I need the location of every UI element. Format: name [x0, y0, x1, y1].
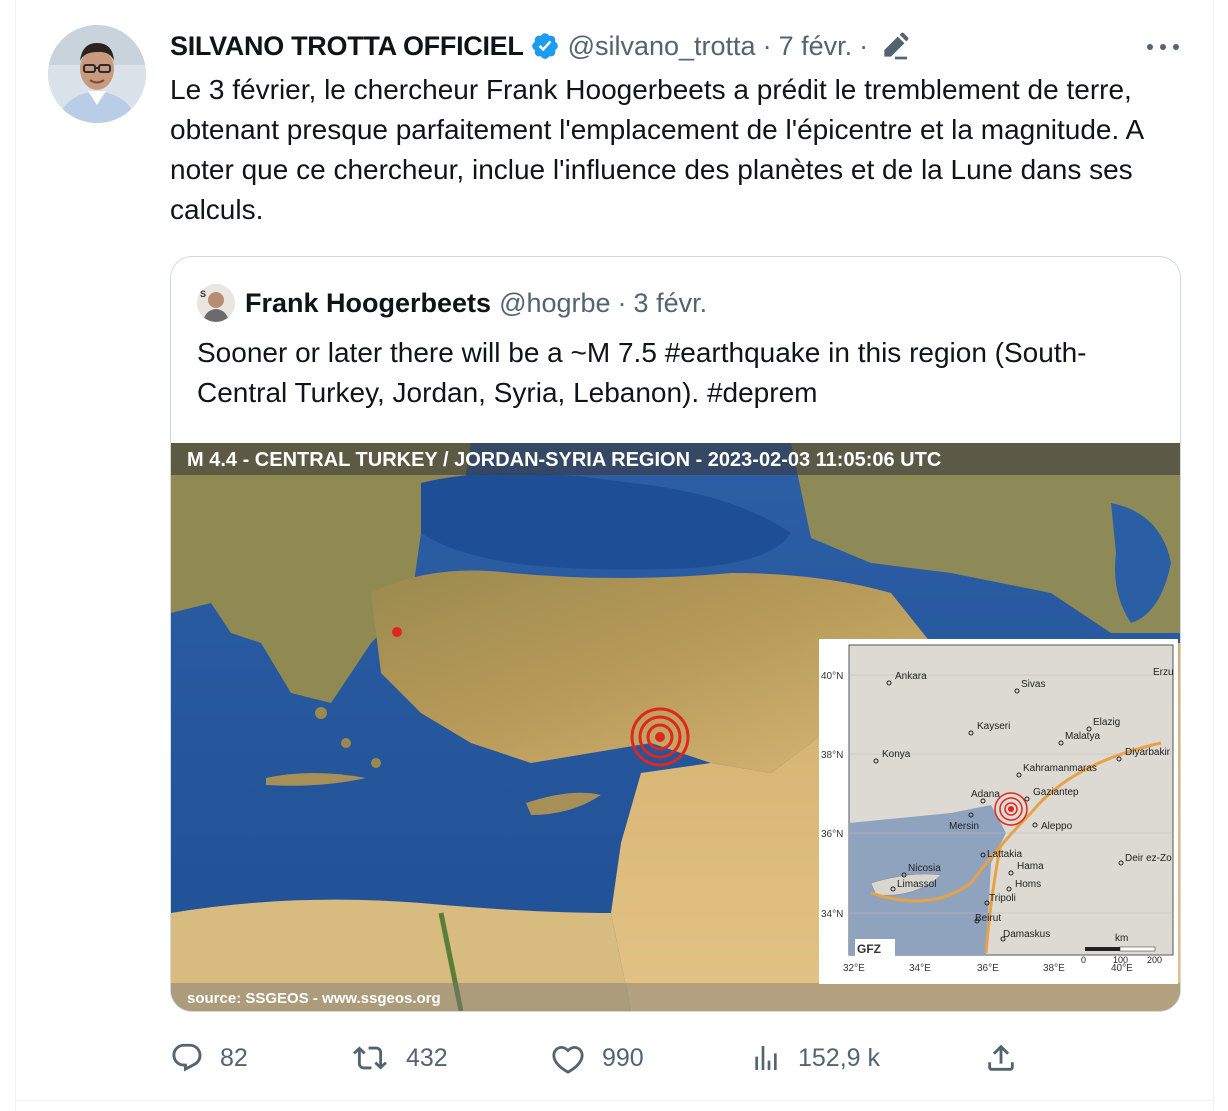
quoted-avatar-letter: S — [200, 289, 206, 299]
city-label: Hama — [1017, 861, 1044, 872]
city-label: Limassol — [897, 879, 936, 890]
city-label: Damaskus — [1003, 929, 1050, 940]
left-border — [15, 0, 16, 1111]
right-border — [1213, 0, 1214, 1111]
share-button[interactable] — [984, 1028, 1034, 1088]
city-label: Erzu — [1153, 667, 1174, 678]
city-label: Lattakia — [987, 849, 1022, 860]
share-icon — [988, 1044, 1014, 1071]
city-label: Nicosia — [908, 863, 941, 874]
more-options-icon[interactable] — [1143, 36, 1183, 58]
city-label: Konya — [882, 749, 911, 760]
city-label: Elazig — [1093, 717, 1120, 728]
lon-label: 36°E — [977, 963, 999, 974]
city-label: Beirut — [975, 913, 1001, 924]
city-label: Deir ez-Zo — [1125, 853, 1172, 864]
separator-dot: · — [762, 30, 772, 61]
epicenter-marker — [630, 707, 690, 767]
city-label: Kahramanmaras — [1023, 763, 1097, 774]
inset-map: 40°N 38°N 36°N 34°N 32°E 34°E 36°E 38°E … — [819, 639, 1178, 984]
display-name[interactable]: SILVANO TROTTA OFFICIEL — [170, 31, 524, 62]
city-label: Mersin — [949, 821, 979, 832]
city-label: Malatya — [1065, 731, 1100, 742]
city-label: Adana — [971, 789, 1000, 800]
tweet-actions-bar: 82 432 990 152,9 k — [170, 1028, 1210, 1088]
lat-label: 34°N — [821, 909, 843, 920]
quoted-tweet-header: S Frank Hoogerbeets @hogrbe · 3 févr. — [197, 283, 707, 323]
views-count: 152,9 k — [798, 1043, 881, 1072]
city-label: Tripoli — [989, 893, 1016, 904]
city-label: Gaziantep — [1033, 787, 1079, 798]
reply-count: 82 — [220, 1043, 248, 1072]
scale-tick: 100 — [1113, 955, 1128, 965]
earthquake-map-image[interactable]: M 4.4 - CENTRAL TURKEY / JORDAN-SYRIA RE… — [171, 443, 1180, 1011]
city-label: Ankara — [895, 671, 927, 682]
map-source: source: SSGEOS - www.ssgeos.org — [187, 990, 441, 1007]
lon-label: 34°E — [909, 963, 931, 974]
quoted-tweet-text: Sooner or later there will be a ~M 7.5 #… — [197, 337, 1087, 408]
retweet-button[interactable]: 432 — [350, 1028, 448, 1088]
retweet-count: 432 — [406, 1043, 448, 1072]
separator-dot: · — [617, 287, 627, 318]
gfz-logo: GFZ — [857, 942, 881, 956]
edited-pencil-icon[interactable] — [879, 30, 911, 62]
like-button[interactable]: 990 — [550, 1028, 644, 1088]
quoted-handle[interactable]: @hogrbe — [499, 288, 610, 319]
lon-label: 32°E — [843, 963, 865, 974]
tweet-text: Le 3 février, le chercheur Frank Hoogerb… — [170, 74, 1143, 225]
analytics-icon — [755, 1046, 777, 1070]
reply-icon — [172, 1043, 202, 1072]
quoted-tweet[interactable]: S Frank Hoogerbeets @hogrbe · 3 févr. So… — [170, 256, 1181, 1012]
tweet-header: SILVANO TROTTA OFFICIEL @silvano_trotta … — [170, 24, 911, 68]
verified-badge-icon — [530, 31, 560, 61]
lat-label: 38°N — [821, 750, 843, 761]
city-label: Homs — [1015, 879, 1041, 890]
avatar[interactable] — [48, 25, 146, 123]
inset-epicenter-marker — [994, 792, 1028, 826]
quoted-date[interactable]: 3 févr. — [634, 288, 708, 319]
city-label: Diyarbakir — [1125, 747, 1171, 758]
tweet-date[interactable]: 7 févr. — [779, 31, 853, 62]
scale-tick: 0 — [1081, 955, 1086, 965]
bottom-divider — [15, 1100, 1213, 1101]
heart-icon — [552, 1045, 584, 1074]
quoted-display-name[interactable]: Frank Hoogerbeets — [245, 288, 491, 319]
lon-label: 38°E — [1043, 963, 1065, 974]
views-button[interactable]: 152,9 k — [750, 1028, 880, 1088]
city-label: Kayseri — [977, 721, 1010, 732]
like-count: 990 — [602, 1043, 644, 1072]
map-title: M 4.4 - CENTRAL TURKEY / JORDAN-SYRIA RE… — [187, 449, 941, 471]
lat-label: 36°N — [821, 829, 843, 840]
quoted-avatar[interactable]: S — [197, 284, 235, 322]
scale-unit: km — [1115, 933, 1128, 944]
separator-dot: · — [859, 30, 869, 61]
scale-tick: 200 — [1147, 955, 1162, 965]
handle[interactable]: @silvano_trotta — [568, 31, 756, 62]
city-label: Aleppo — [1041, 821, 1073, 832]
city-label: Sivas — [1021, 679, 1045, 690]
retweet-icon — [353, 1046, 387, 1070]
reply-button[interactable]: 82 — [170, 1028, 248, 1088]
lat-label: 40°N — [821, 671, 843, 682]
